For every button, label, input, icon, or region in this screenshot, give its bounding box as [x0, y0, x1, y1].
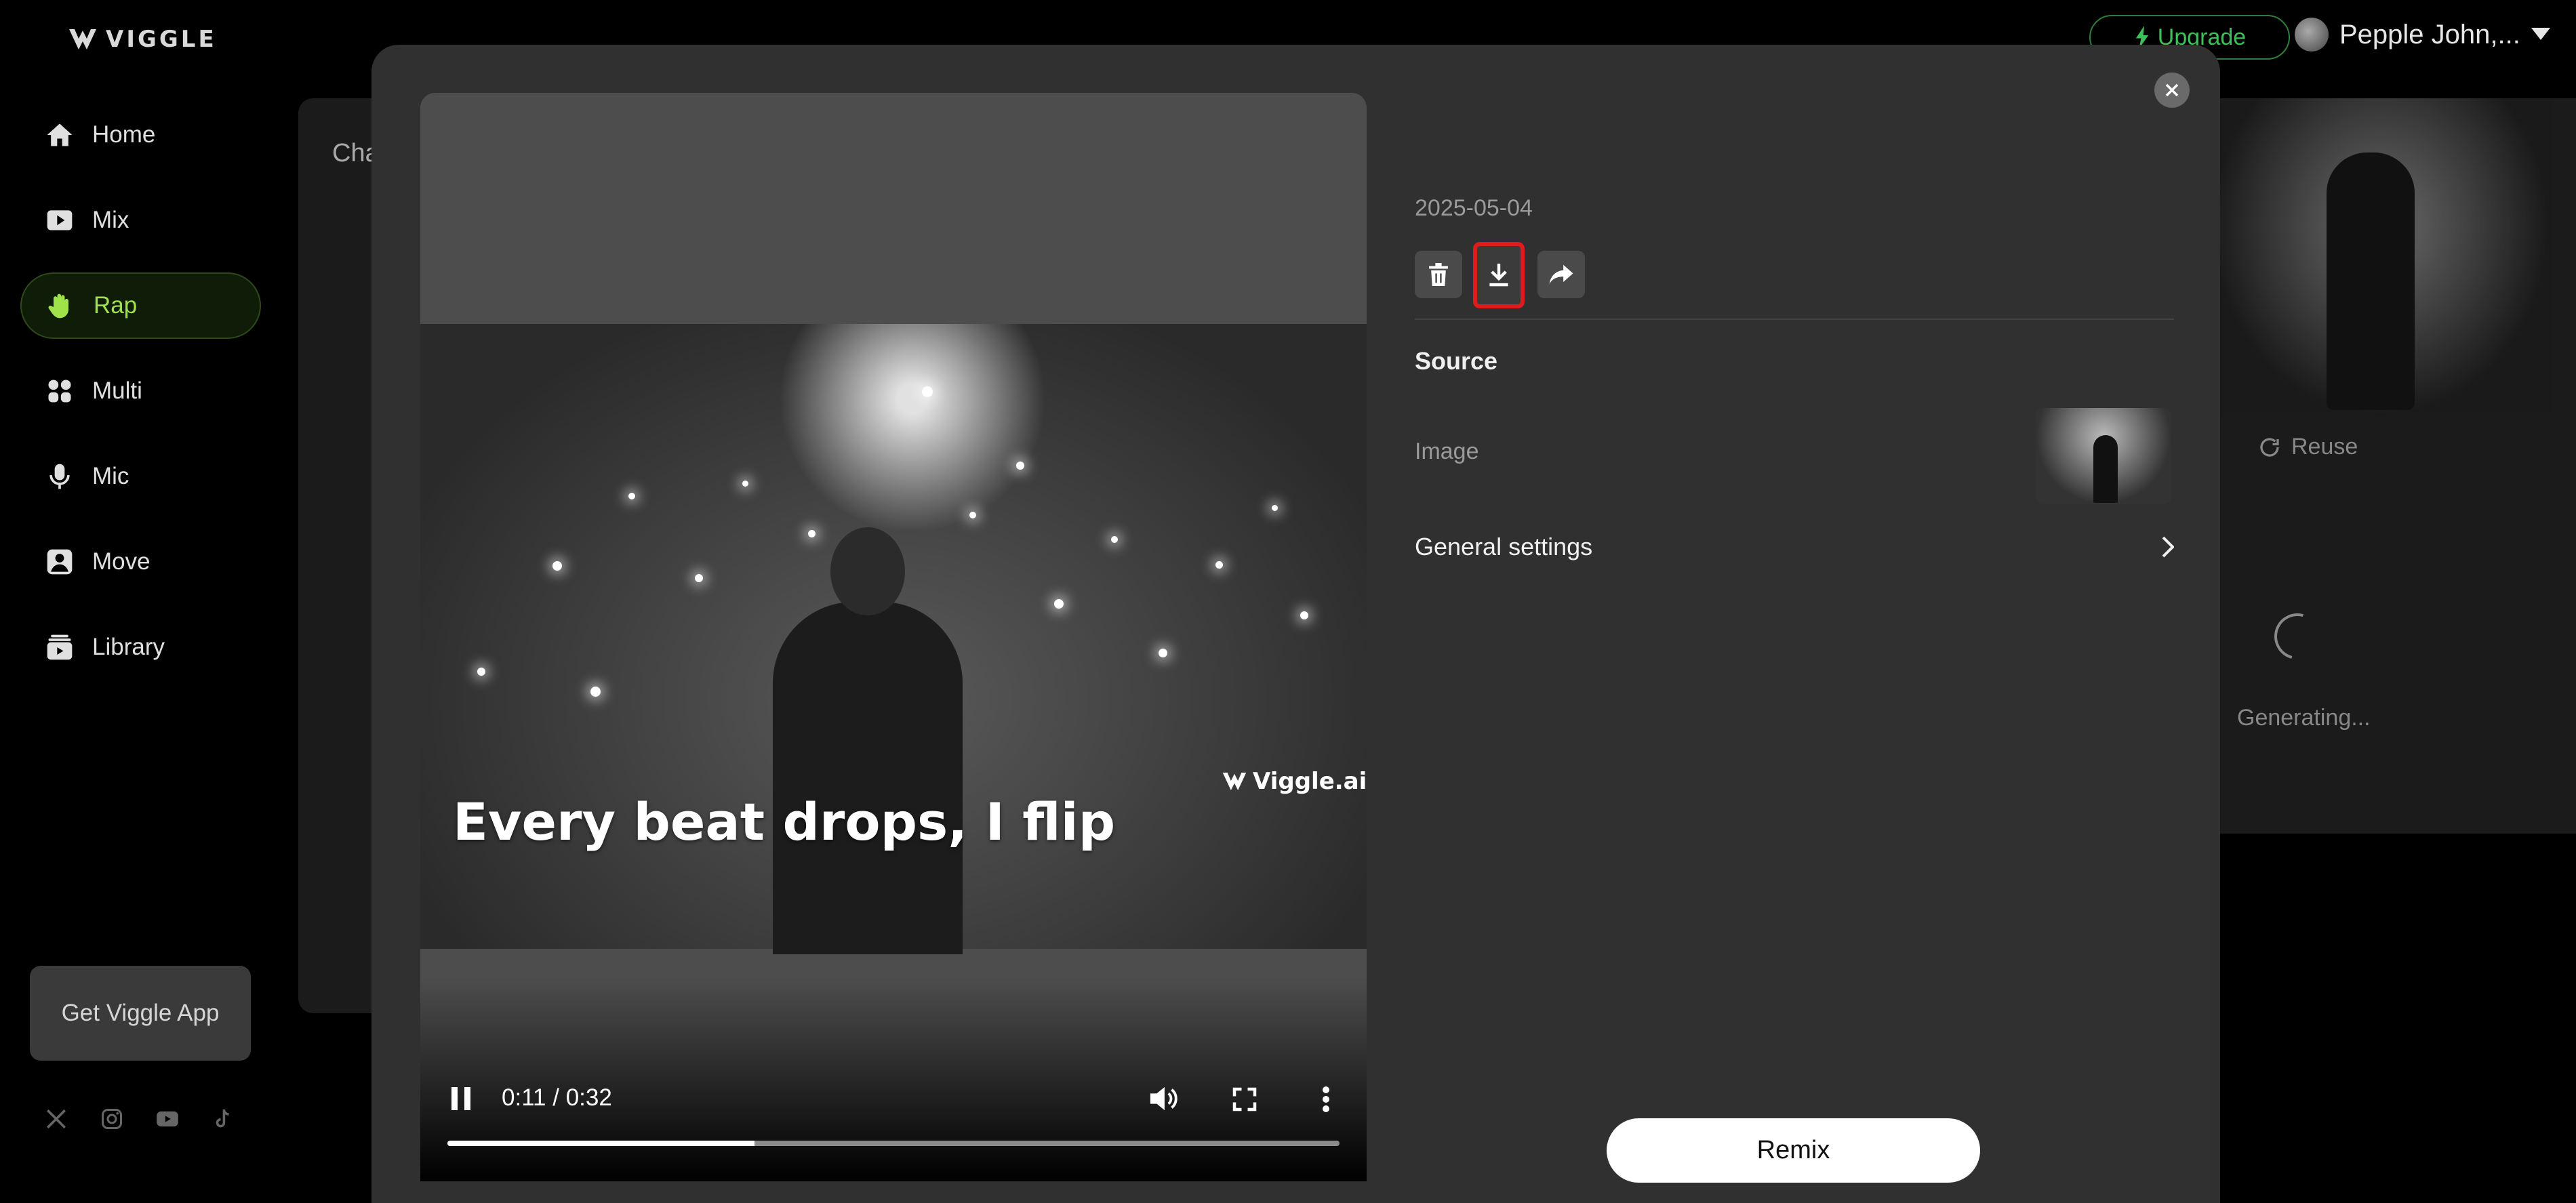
- sidebar-item-mic[interactable]: Mic: [20, 443, 261, 510]
- sidebar-item-label: Multi: [92, 378, 142, 404]
- tiktok-icon[interactable]: [207, 1103, 239, 1135]
- sidebar-item-home[interactable]: Home: [20, 102, 261, 168]
- remix-button[interactable]: Remix: [1607, 1118, 1980, 1183]
- person-icon: [42, 544, 77, 579]
- share-arrow-icon: [1549, 264, 1573, 285]
- user-name: Pepple John,...: [2339, 19, 2520, 49]
- close-icon: [2165, 83, 2179, 97]
- refresh-icon: [2260, 437, 2279, 457]
- volume-button[interactable]: [1144, 1081, 1182, 1116]
- x-icon[interactable]: [41, 1103, 72, 1135]
- general-settings-label: General settings: [1415, 533, 1593, 560]
- sidebar-item-move[interactable]: Move: [20, 529, 261, 595]
- share-button[interactable]: [1537, 251, 1585, 298]
- mic-icon: [42, 459, 77, 494]
- social-links: [41, 1103, 239, 1135]
- source-heading: Source: [1415, 347, 1498, 375]
- get-app-label: Get Viggle App: [61, 1000, 220, 1026]
- video-progress-bar[interactable]: [447, 1141, 1340, 1146]
- pause-icon: [451, 1087, 470, 1110]
- chevron-down-icon: [2531, 28, 2550, 40]
- reuse-button[interactable]: Reuse: [2257, 434, 2358, 460]
- generating-status: Generating...: [2237, 705, 2371, 731]
- video-player[interactable]: [420, 93, 1367, 1181]
- sidebar-item-multi[interactable]: Multi: [20, 358, 261, 424]
- instagram-icon[interactable]: [96, 1103, 127, 1135]
- pause-button[interactable]: [444, 1081, 478, 1116]
- video-time: 0:11 / 0:32: [502, 1084, 612, 1111]
- video-caption: Every beat drops, I flip: [453, 792, 1116, 852]
- fullscreen-button[interactable]: [1227, 1082, 1262, 1117]
- reuse-label: Reuse: [2291, 434, 2358, 460]
- divider: [1415, 319, 2174, 320]
- get-app-card[interactable]: Get Viggle App: [30, 966, 251, 1061]
- sidebar-item-mix[interactable]: Mix: [20, 187, 261, 253]
- viggle-logo-icon: [1222, 773, 1247, 790]
- creation-date: 2025-05-04: [1415, 195, 1533, 221]
- chevron-right-icon: [2162, 536, 2174, 558]
- close-button[interactable]: [2154, 73, 2190, 108]
- trash-icon: [1429, 263, 1448, 286]
- sidebar-item-rap[interactable]: Rap: [20, 272, 261, 339]
- avatar: [2295, 18, 2329, 52]
- remix-label: Remix: [1756, 1136, 1830, 1164]
- watermark: Viggle.ai: [1222, 768, 1367, 795]
- library-icon: [42, 630, 77, 665]
- video-progress-fill: [447, 1141, 754, 1146]
- watermark-text: Viggle.ai: [1253, 768, 1367, 795]
- sidebar-item-label: Home: [92, 121, 156, 148]
- viggle-logo[interactable]: VIGGLE: [68, 26, 217, 53]
- source-image-label: Image: [1415, 439, 1479, 464]
- sidebar-item-label: Mix: [92, 207, 129, 233]
- home-icon: [42, 117, 77, 152]
- general-settings-row[interactable]: General settings: [1415, 533, 2174, 561]
- download-button[interactable]: [1473, 242, 1525, 308]
- logo-text: VIGGLE: [106, 26, 217, 53]
- sidebar-item-label: Mic: [92, 463, 129, 489]
- play-icon: [42, 203, 77, 238]
- volume-icon: [1150, 1086, 1178, 1111]
- more-options-button[interactable]: [1308, 1082, 1344, 1117]
- youtube-icon[interactable]: [152, 1103, 183, 1135]
- fullscreen-icon: [1232, 1087, 1257, 1112]
- background-result-thumbnail[interactable]: [2211, 98, 2550, 417]
- sidebar-item-label: Library: [92, 634, 165, 660]
- more-vertical-icon: [1323, 1086, 1329, 1112]
- source-image-thumbnail[interactable]: [2036, 408, 2171, 504]
- sidebar-nav: Home Mix Rap Multi Mic Move Library: [20, 102, 261, 699]
- multi-icon: [42, 373, 77, 409]
- video-subject: [773, 527, 963, 954]
- sidebar-item-label: Rap: [94, 292, 138, 319]
- download-icon: [1489, 264, 1508, 287]
- video-frame: [420, 324, 1367, 954]
- sidebar-item-label: Move: [92, 548, 150, 575]
- hand-icon: [43, 288, 79, 323]
- sidebar-item-library[interactable]: Library: [20, 614, 261, 680]
- delete-button[interactable]: [1415, 251, 1462, 298]
- user-menu[interactable]: Pepple John,...: [2295, 18, 2550, 52]
- controls-gradient: [420, 978, 1367, 1181]
